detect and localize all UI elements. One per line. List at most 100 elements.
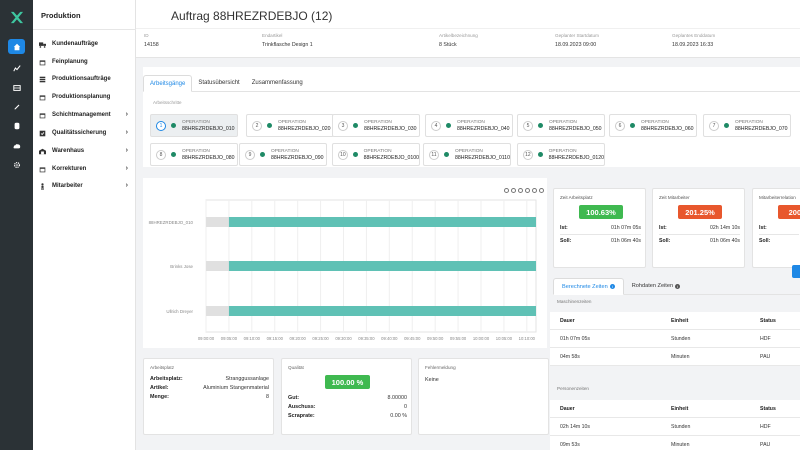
nav-item-produktionsplanung[interactable]: Produktionsplanung [39, 90, 134, 104]
operation-chip[interactable]: 5 OPERATION 88HREZRDEBJO_050 [517, 114, 605, 137]
nav-item-warenhaus[interactable]: Warenhaus › [39, 144, 134, 158]
meta-value: 18.09.2023 16:33 [672, 42, 714, 48]
zoom-in-icon[interactable] [504, 188, 509, 193]
operation-chip[interactable]: 3 OPERATION 88HREZRDEBJO_030 [332, 114, 420, 137]
meta-value: Trinkflasche Design 1 [262, 42, 313, 48]
operation-text: OPERATION 88HREZRDEBJO_080 [182, 149, 234, 161]
database-icon[interactable] [8, 118, 25, 133]
nav-item-feinplanung[interactable]: Feinplanung [39, 55, 134, 69]
kv-value: Stranggussanlage [225, 376, 269, 382]
tab-rohdaten-zeiten[interactable]: Rohdaten Zeiten i [624, 278, 688, 294]
nav-item-kundenauftraege[interactable]: Kundenaufträge [39, 37, 134, 51]
meta-endartikel: Endartikel Trinkflasche Design 1 [262, 33, 313, 48]
table-row[interactable]: 01h 07m 05s Stunden HDF [550, 330, 800, 348]
info-icon: i [609, 284, 615, 289]
meta-artikelbezeichnung: Artikelbezeichnung 8 Stück [439, 33, 478, 48]
step-number: 3 [338, 120, 348, 131]
operation-chip[interactable]: 12 OPERATION 88HREZRDEBJO_0120 [517, 143, 605, 166]
cell-einheit: Minuten [671, 441, 690, 448]
meta-label: Geplantes Enddatum [672, 33, 716, 38]
table-header: Dauer Einheit Status [550, 312, 800, 330]
search-icon[interactable] [518, 188, 523, 193]
machine-times-table: Dauer Einheit Status 01h 07m 05s Stunden… [550, 312, 800, 366]
info-icon: i [675, 283, 681, 289]
gantt-chart: 88HREZRDEBJO_010 Brinks Jose Ullrich Dreye… [149, 199, 537, 341]
meta-startdatum: Geplanter Startdatum 18.09.2023 09:00 [555, 33, 599, 48]
table-header: Dauer Einheit Status [550, 400, 800, 418]
nav-item-produktionsauftraege[interactable]: Produktionsaufträge [39, 72, 134, 86]
column-header: Dauer [560, 405, 575, 412]
operation-chip[interactable]: 8 OPERATION 88HREZRDEBJO_080 [150, 143, 238, 166]
status-dot [352, 152, 358, 157]
table-row[interactable]: 04m 58s Minuten PAU [550, 348, 800, 366]
nav-item-mitarbeiter[interactable]: Mitarbeiter › [39, 179, 134, 193]
operation-chip[interactable]: 11 OPERATION 88HREZRDEBJO_0110 [423, 143, 511, 166]
kv-key: Menge: [150, 394, 169, 400]
operation-text: OPERATION 88HREZRDEBJO_040 [457, 120, 509, 132]
table-row[interactable]: 02h 14m 10s Stunden HDF [550, 418, 800, 436]
operations-panel: Arbeitsgänge Statusübersicht Zusammenfas… [143, 67, 800, 167]
nav-item-schichtmanagement[interactable]: Schichtmanagement › [39, 108, 134, 122]
quality-value-badge: 100.00 % [325, 375, 370, 389]
calendar-icon [39, 112, 46, 119]
cell-einheit: Minuten [671, 353, 690, 360]
chart-icon[interactable] [8, 60, 25, 75]
logo-x-icon[interactable] [9, 10, 24, 25]
list-icon [39, 76, 46, 83]
chevron-right-icon: › [125, 111, 128, 118]
kv-key: Artikel: [150, 385, 169, 391]
kv-row: Artikel: Aluminium Stangenmaterial [150, 385, 269, 391]
calendar-icon [39, 166, 46, 173]
stat-title: Zeit Arbeitsplatz [560, 195, 593, 200]
meta-value: 18.09.2023 09:00 [555, 42, 597, 48]
status-dot [260, 152, 265, 157]
tab-arbeitsgaenge[interactable]: Arbeitsgänge [143, 75, 193, 92]
gantt-chart-card: 88HREZRDEBJO_010 Brinks Jose Ullrich Dreye… [143, 178, 547, 348]
operation-code: 88HREZRDEBJO_060 [641, 125, 694, 132]
divider [136, 28, 800, 29]
stat-row-ist: Ist: 02h 14m 10s [659, 225, 740, 231]
gear-icon[interactable] [8, 157, 25, 172]
operation-code: 88HREZRDEBJO_050 [549, 125, 602, 132]
zoom-out-icon[interactable] [511, 188, 516, 193]
operation-chip[interactable]: 4 OPERATION 88HREZRDEBJO_040 [425, 114, 513, 137]
table-row[interactable]: 09m 53s Minuten PAU [550, 436, 800, 450]
step-number: 12 [523, 149, 533, 160]
cell-status: HDF [760, 335, 771, 342]
stat-row-soll: Soll: 01h 06m 40s [659, 234, 740, 244]
operation-chip[interactable]: 1 OPERATION 88HREZRDEBJO_010 [150, 114, 238, 137]
layout-icon[interactable] [8, 80, 25, 95]
home-icon[interactable] [8, 39, 25, 54]
nav-item-qualitaetssicherung[interactable]: Qualitätssicherung › [39, 126, 134, 140]
operation-chip[interactable]: 7 OPERATION 88HREZRDEBJO_070 [703, 114, 791, 137]
steps-label: Arbeitsschritte [153, 100, 182, 105]
operation-chip[interactable]: 2 OPERATION 88HREZRDEBJO_020 [246, 114, 334, 137]
nav-item-korrekturen[interactable]: Korrekturen › [39, 162, 134, 176]
column-header: Einheit [671, 317, 689, 324]
cloud-icon[interactable] [8, 138, 25, 153]
operation-chip[interactable]: 9 OPERATION 88HREZRDEBJO_090 [239, 143, 327, 166]
x-tick-label: 10:00:00 [473, 336, 490, 341]
menu-icon[interactable] [539, 188, 544, 193]
icon-rail [0, 0, 33, 450]
page-title: Auftrag 88HREZRDEBJO (12) [171, 9, 333, 23]
operation-code: 88HREZRDEBJO_070 [735, 125, 788, 132]
action-button[interactable] [792, 265, 800, 278]
stat-row-ist: Ist: [759, 225, 799, 231]
operation-chip[interactable]: 10 OPERATION 88HREZRDEBJO_0100 [332, 143, 420, 166]
tab-zusammenfassung[interactable]: Zusammenfassung [246, 75, 309, 92]
home-icon[interactable] [532, 188, 537, 193]
operation-chip[interactable]: 6 OPERATION 88HREZRDEBJO_060 [609, 114, 697, 137]
column-header: Status [760, 405, 776, 412]
tab-berechnete-zeiten[interactable]: Berechnete Zeiten i [553, 278, 624, 295]
pan-icon[interactable] [525, 188, 530, 193]
x-tick-label: 09:40:00 [381, 336, 398, 341]
pencil-icon[interactable] [8, 99, 25, 114]
kv-row: Scraprate: 0.00 % [288, 413, 407, 419]
cell-dauer: 04m 58s [560, 353, 580, 360]
tab-bar: Arbeitsgänge Statusübersicht Zusammenfas… [143, 75, 800, 92]
tab-statusuebersicht[interactable]: Statusübersicht [192, 75, 245, 92]
operation-code: 88HREZRDEBJO_0100 [363, 154, 419, 161]
status-dot [171, 152, 176, 157]
person-times-label: Personenzeiten [557, 386, 589, 391]
